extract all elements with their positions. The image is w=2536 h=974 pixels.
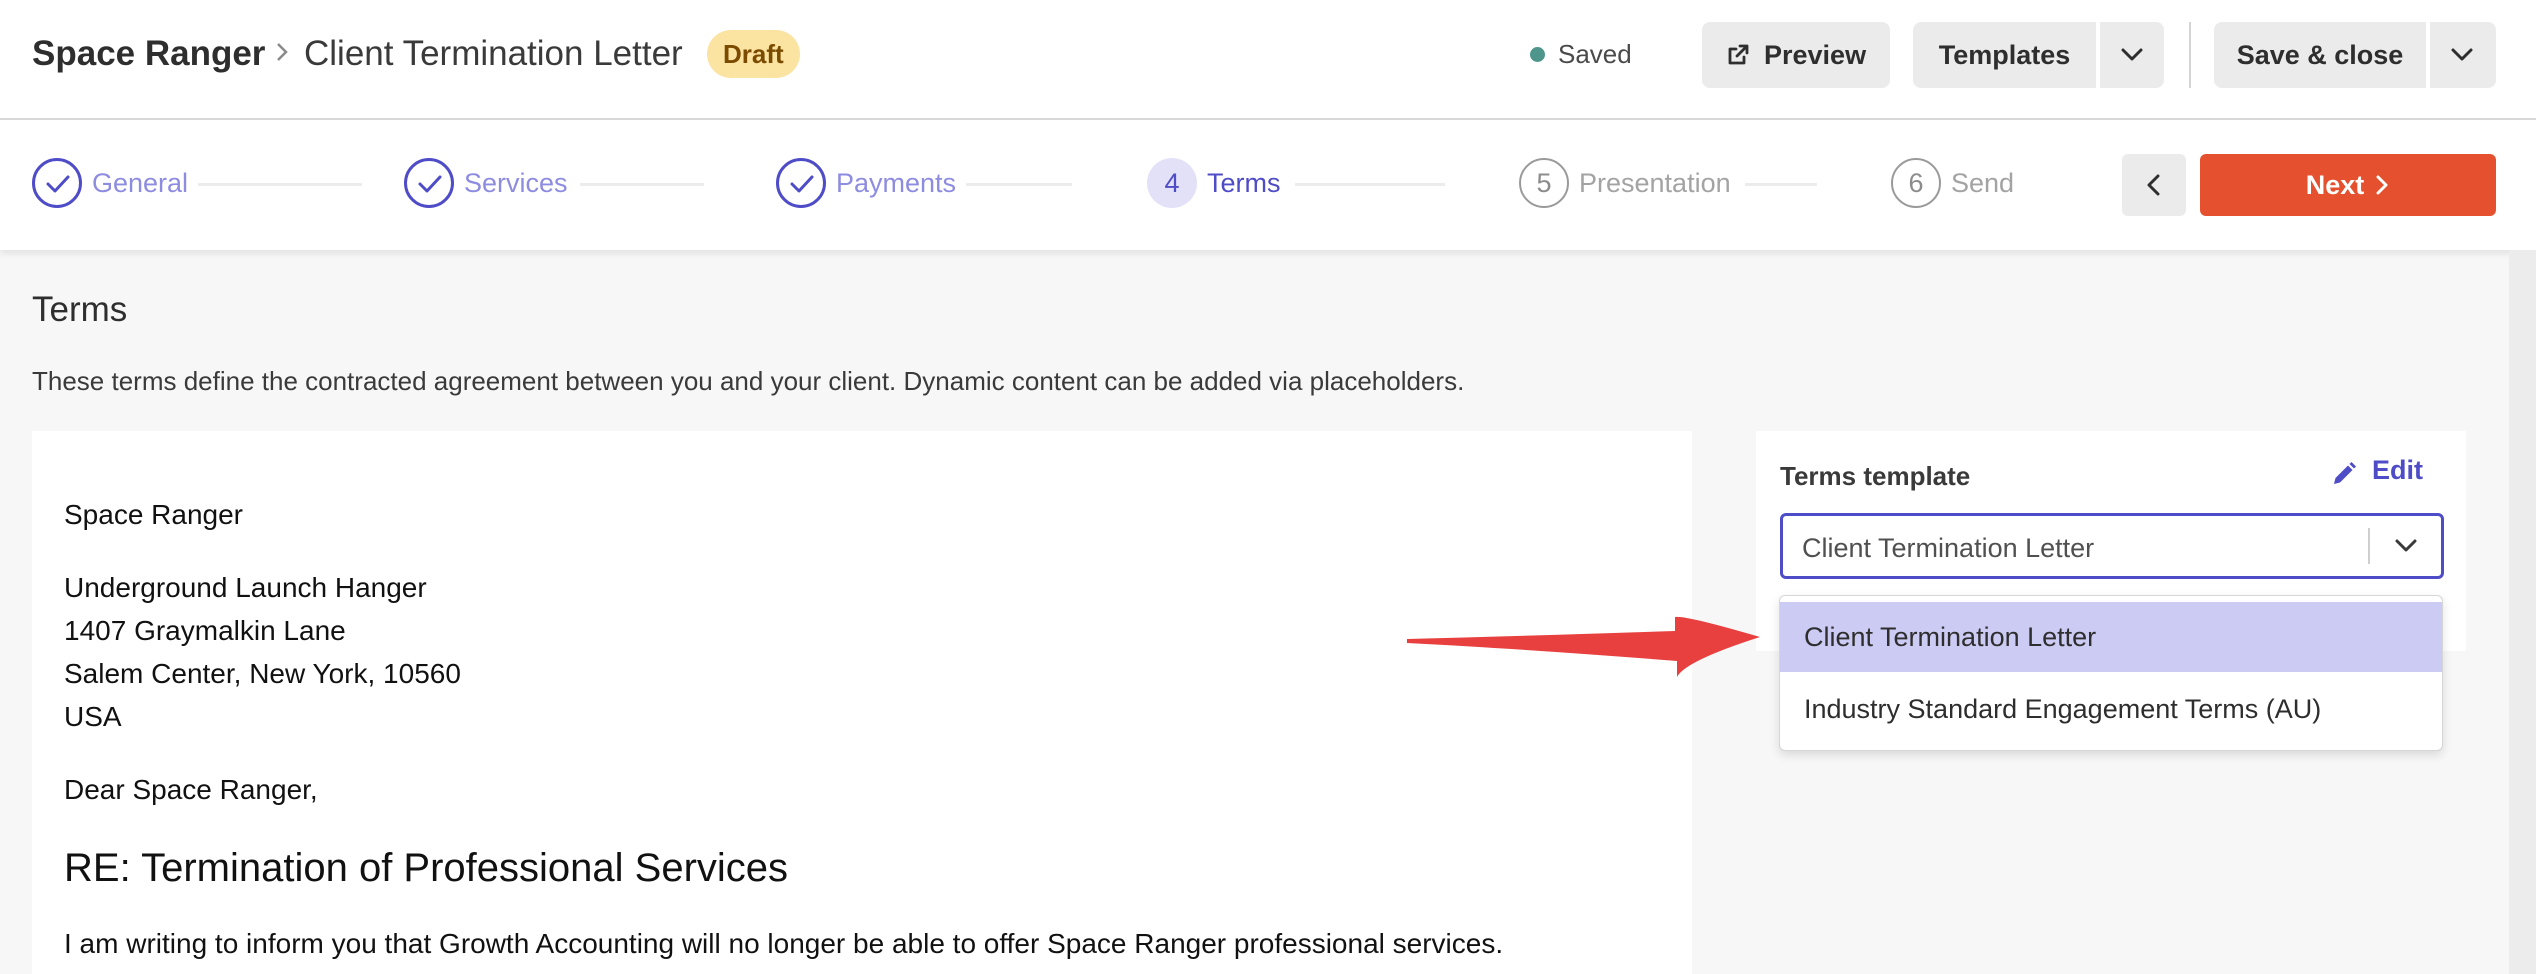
chevron-down-icon <box>2451 48 2473 61</box>
breadcrumb-client[interactable]: Space Ranger <box>32 34 265 74</box>
step-label: Services <box>464 168 568 198</box>
select-value: Client Termination Letter <box>1802 533 2095 563</box>
step-label: Send <box>1951 168 2015 198</box>
chevron-right-icon <box>2376 175 2388 195</box>
check-icon <box>32 158 82 208</box>
dropdown-option[interactable]: Client Termination Letter <box>1780 602 2442 672</box>
check-icon <box>776 158 826 208</box>
saved-status: Saved <box>1558 39 1632 69</box>
pencil-icon <box>2334 462 2356 484</box>
step-connector <box>1745 183 1817 186</box>
templates-button[interactable]: Templates <box>1913 22 2096 88</box>
step-label: Terms <box>1207 168 1281 198</box>
save-dropdown-button[interactable] <box>2430 22 2496 88</box>
edit-label: Edit <box>2372 455 2423 485</box>
header-divider <box>2189 22 2191 88</box>
step-connector <box>966 183 1072 186</box>
step-connector <box>580 183 704 186</box>
section-title: Terms <box>32 290 128 329</box>
letter-address-line: 1407 Graymalkin Lane <box>64 615 346 646</box>
templates-dropdown-button[interactable] <box>2100 22 2164 88</box>
chevron-left-icon <box>2147 174 2160 196</box>
section-description: These terms define the contracted agreem… <box>32 366 1465 396</box>
letter-client-name: Space Ranger <box>64 499 244 530</box>
check-icon <box>404 158 454 208</box>
step-label: Payments <box>836 168 957 198</box>
previous-step-button[interactable] <box>2122 154 2186 216</box>
step-label: General <box>92 168 189 198</box>
terms-document-preview: Space Ranger Underground Launch Hanger 1… <box>32 431 1692 974</box>
next-step-button[interactable]: Next <box>2200 154 2496 216</box>
letter-salutation: Dear Space Ranger, <box>64 774 318 805</box>
scrollbar[interactable] <box>2509 250 2536 974</box>
step-number: 4 <box>1147 158 1197 208</box>
saved-status-dot <box>1530 47 1545 62</box>
top-header: Space Ranger Client Termination Letter D… <box>0 0 2536 120</box>
step-number: 6 <box>1891 158 1941 208</box>
external-link-icon <box>1728 44 1749 65</box>
letter-address-line: Salem Center, New York, 10560 <box>64 658 461 689</box>
chevron-down-icon <box>2121 48 2143 61</box>
select-divider <box>2368 528 2370 564</box>
annotation-arrow <box>1407 616 1760 677</box>
dropdown-option[interactable]: Industry Standard Engagement Terms (AU) <box>1780 674 2442 744</box>
step-number: 5 <box>1519 158 1569 208</box>
letter-body: I am writing to inform you that Growth A… <box>64 928 1504 959</box>
wizard-stepper: General Services Payments 4 Terms 5 Pres… <box>0 120 2536 250</box>
status-badge: Draft <box>707 30 800 78</box>
save-close-button[interactable]: Save & close <box>2214 22 2426 88</box>
letter-address-line: USA <box>64 701 122 732</box>
chevron-down-icon[interactable] <box>2393 536 2419 556</box>
terms-template-dropdown: Client Termination Letter Industry Stand… <box>1779 595 2443 751</box>
terms-template-label: Terms template <box>1780 461 1971 491</box>
page-title: Client Termination Letter <box>304 34 683 73</box>
next-label: Next <box>2305 170 2365 200</box>
chevron-right-icon <box>277 43 288 61</box>
step-label: Presentation <box>1579 168 1731 198</box>
preview-label: Preview <box>1764 40 1867 70</box>
letter-heading: RE: Termination of Professional Services <box>64 846 789 890</box>
step-connector <box>1295 183 1445 186</box>
terms-template-select[interactable]: Client Termination Letter <box>1780 513 2444 579</box>
step-connector <box>198 183 362 186</box>
letter-address-line: Underground Launch Hanger <box>64 572 427 603</box>
preview-button[interactable]: Preview <box>1702 22 1890 88</box>
